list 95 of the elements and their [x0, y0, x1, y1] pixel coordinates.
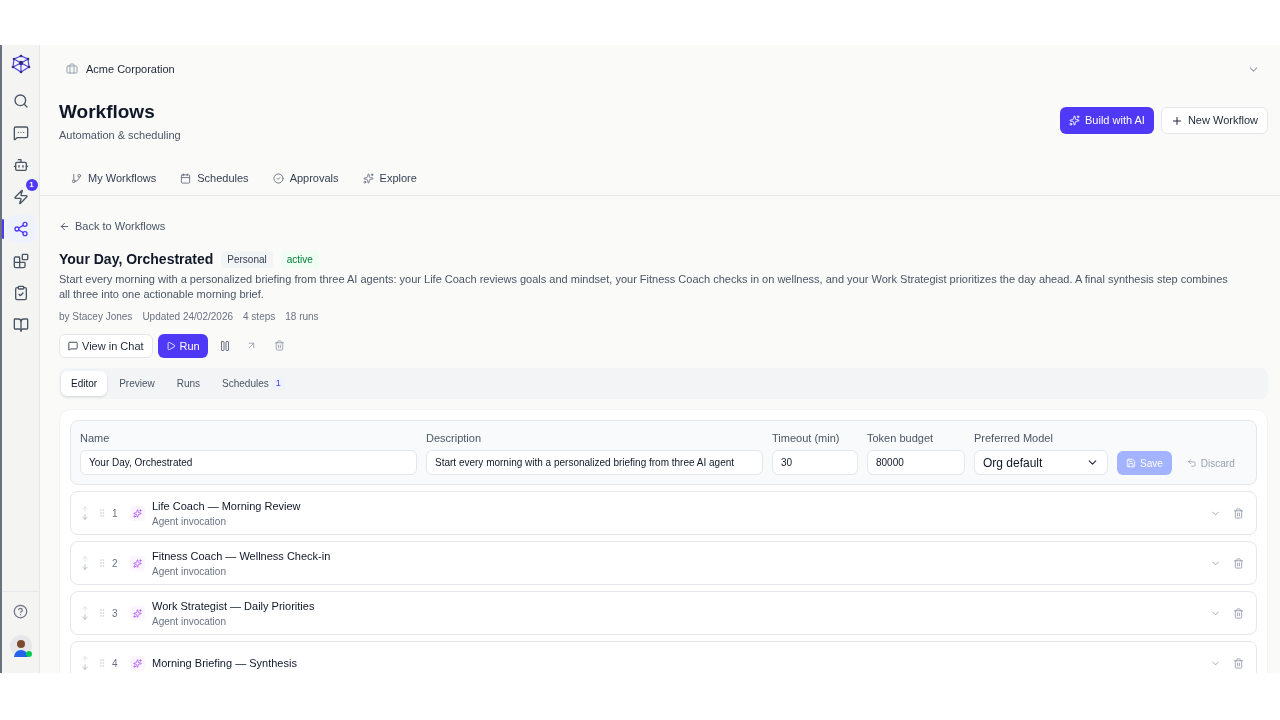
avatar[interactable] — [9, 635, 32, 657]
meta-text: 18 runs — [285, 309, 319, 324]
move-down-icon[interactable] — [81, 663, 89, 672]
step-subtitle: Agent invocation — [152, 515, 227, 529]
sparkle-icon — [130, 555, 145, 571]
move-up-icon[interactable] — [81, 655, 89, 664]
nav-tab[interactable]: Approvals — [263, 163, 348, 196]
move-up-icon[interactable] — [81, 505, 89, 514]
input-field[interactable]: Your Day, Orchestrated — [80, 450, 417, 476]
step-title: Life Coach — Morning Review — [152, 498, 301, 514]
field-label: Description — [426, 430, 483, 446]
model-select[interactable]: Org default — [974, 450, 1108, 476]
nav-tab[interactable]: Schedules — [171, 163, 258, 196]
move-down-icon[interactable] — [81, 513, 89, 522]
org-switcher[interactable]: Acme Corporation — [66, 60, 175, 78]
move-up-icon[interactable] — [81, 555, 89, 564]
step-subtitle: Agent invocation — [152, 565, 227, 579]
workflow-title: Your Day, Orchestrated — [59, 249, 214, 269]
editor-tab[interactable]: Preview — [109, 370, 165, 396]
delete-icon[interactable] — [1233, 557, 1244, 569]
branch-icon — [71, 172, 82, 184]
step-number: 1 — [112, 506, 119, 521]
drag-handle-icon[interactable] — [97, 658, 107, 669]
field-label: Timeout (min) — [772, 430, 841, 446]
book-icon — [12, 317, 29, 333]
clipboard-icon — [12, 285, 29, 301]
editor-tab[interactable]: Editor — [61, 370, 108, 396]
logo-icon — [9, 53, 32, 75]
undo-icon — [1186, 458, 1197, 469]
move-up-icon[interactable] — [81, 605, 89, 614]
pause-icon[interactable] — [218, 339, 231, 352]
field-label: Preferred Model — [974, 430, 1054, 446]
calendar-icon — [180, 172, 192, 184]
count-badge: 1 — [25, 179, 38, 191]
workflow-description: Start every morning with a personalized briefing from three AI agents: your Life Coach reviews goals and mindset, your Fitness Coach checks in on wellness, and your Work Strategist prioritizes the day ahead. A final synthesis step combines all three into one actionable morning brief. — [59, 271, 1229, 302]
delete-icon[interactable] — [273, 340, 285, 352]
step-card[interactable]: 1 Life Coach — Morning Review Agent invocation — [70, 491, 1257, 536]
meta-text: 4 steps — [243, 309, 276, 324]
step-title: Morning Briefing — Synthesis — [152, 656, 297, 671]
step-number: 3 — [112, 606, 119, 621]
blocks-icon — [12, 253, 29, 269]
drag-handle-icon[interactable] — [97, 508, 107, 519]
drag-handle-icon[interactable] — [97, 608, 107, 619]
scope-tag: Personal — [221, 250, 273, 268]
chat-icon — [68, 340, 78, 351]
move-down-icon[interactable] — [81, 613, 89, 622]
check-circle-icon — [272, 172, 284, 184]
count-badge: 1 — [272, 376, 284, 390]
editor-tab[interactable]: Runs — [166, 370, 211, 396]
step-card[interactable]: 4 Morning Briefing — Synthesis — [70, 641, 1257, 673]
back-arrow-icon — [59, 221, 70, 232]
delete-icon[interactable] — [1233, 657, 1244, 669]
sparkle-icon — [130, 605, 145, 621]
step-card[interactable]: 2 Fitness Coach — Wellness Check-in Agent invocation — [70, 541, 1257, 586]
lightning-icon — [12, 189, 29, 205]
chat-icon — [12, 125, 29, 141]
step-subtitle: Agent invocation — [152, 615, 227, 629]
sparkle-icon — [362, 172, 374, 184]
view-chat-button[interactable]: View in Chat — [59, 333, 153, 358]
nav-tab[interactable]: My Workflows — [62, 163, 166, 196]
plus-icon — [1170, 114, 1183, 127]
status-tag: active — [280, 250, 319, 268]
move-down-icon[interactable] — [81, 563, 89, 572]
step-number: 4 — [112, 656, 119, 671]
input-field[interactable]: Start every morning with a personalized briefing from three AI agent — [426, 450, 763, 476]
save-icon — [1126, 458, 1136, 469]
robot-icon — [12, 157, 29, 173]
field-label: Name — [80, 430, 111, 446]
sparkle-icon — [1069, 115, 1080, 126]
run-button[interactable]: Run — [157, 333, 208, 358]
help-icon[interactable] — [13, 604, 28, 619]
share-icon — [12, 221, 29, 237]
delete-icon[interactable] — [1233, 607, 1244, 619]
page-title: Workflows — [59, 100, 156, 124]
editor-tab[interactable]: Schedules 1 — [212, 370, 294, 396]
step-title: Fitness Coach — Wellness Check-in — [152, 548, 331, 564]
back-link[interactable]: Back to Workflows — [59, 218, 1268, 235]
new-workflow-button[interactable]: New Workflow — [1160, 107, 1268, 134]
input-field[interactable]: 30 — [772, 450, 858, 476]
meta-text: by Stacey Jones — [59, 309, 133, 324]
briefcase-icon — [66, 63, 78, 75]
meta-text: Updated 24/02/2026 — [142, 309, 233, 324]
drag-handle-icon[interactable] — [97, 558, 107, 569]
step-number: 2 — [112, 556, 119, 571]
field-label: Token budget — [867, 430, 935, 446]
sparkle-icon — [130, 505, 145, 521]
play-icon — [165, 340, 176, 351]
build-ai-button[interactable]: Build with AI — [1060, 107, 1154, 134]
nav-tab[interactable]: Explore — [353, 163, 426, 196]
delete-icon[interactable] — [1233, 507, 1244, 519]
input-field[interactable]: 80000 — [867, 450, 965, 476]
step-card[interactable]: 3 Work Strategist — Daily Priorities Agent invocation — [70, 591, 1257, 636]
search-icon — [12, 93, 29, 109]
page-subtitle: Automation & scheduling — [59, 127, 181, 143]
step-title: Work Strategist — Daily Priorities — [152, 598, 315, 614]
